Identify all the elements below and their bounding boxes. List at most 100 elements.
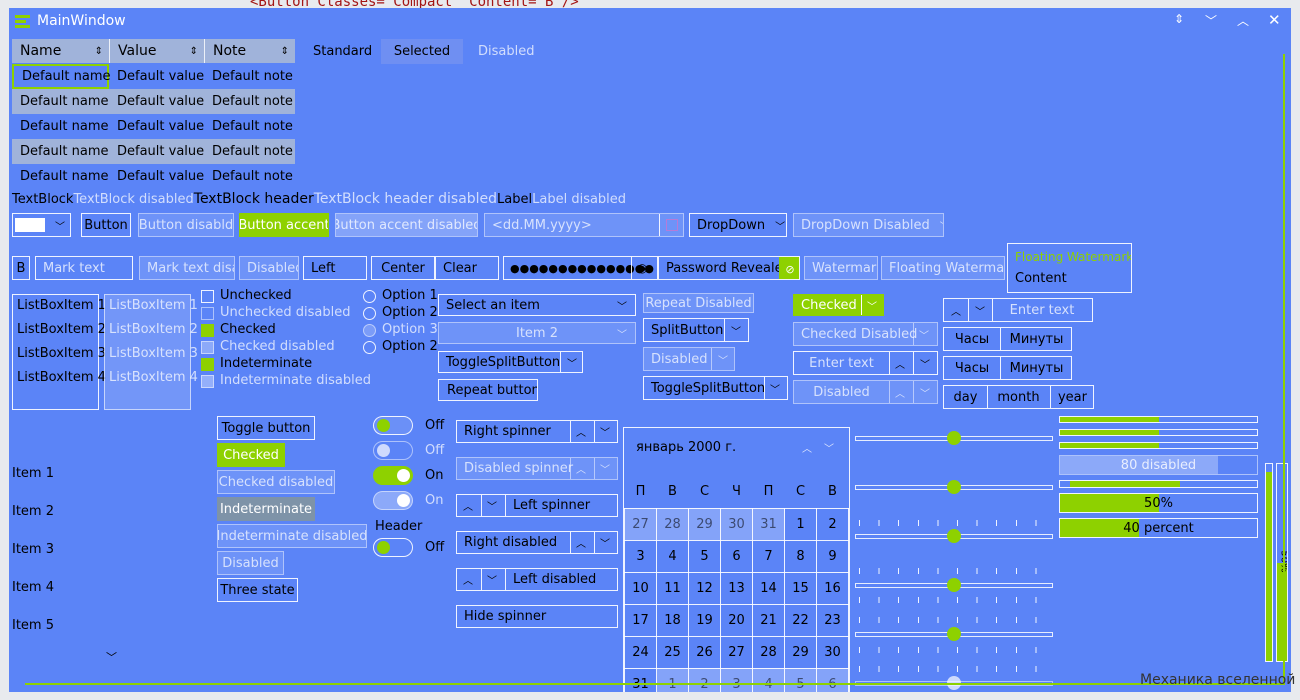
password-input[interactable]: ●●●●●●●●●●●●●●● ◉: [503, 256, 658, 280]
calendar-day[interactable]: 23: [816, 603, 849, 637]
chevron-down-icon[interactable]: ﹀: [600, 535, 610, 550]
checkbox-label[interactable]: Unchecked disabled: [220, 305, 350, 320]
toggle-split-button[interactable]: ToggleSplitButton ﹀: [438, 351, 583, 373]
chevron-up-icon[interactable]: ︿: [802, 440, 812, 455]
table-cell[interactable]: Default note: [204, 64, 295, 89]
checkbox-unchecked-disabled[interactable]: [201, 307, 214, 320]
mark-text-disabled-input[interactable]: Mark text disa: [139, 256, 235, 280]
chevron-up-icon[interactable]: ︿: [1237, 12, 1249, 29]
calendar-day[interactable]: 12: [688, 571, 721, 605]
day-segment[interactable]: day: [944, 390, 987, 405]
calendar-day[interactable]: 7: [752, 539, 785, 573]
watermark-input[interactable]: Watermark: [804, 256, 878, 280]
tab-selected[interactable]: Selected: [381, 39, 463, 64]
chevron-down-icon[interactable]: ﹀: [487, 498, 497, 513]
minutes-segment[interactable]: Минуты: [1000, 332, 1071, 347]
calendar-day[interactable]: 5: [784, 667, 817, 692]
calendar-day[interactable]: 29: [688, 507, 721, 541]
chevron-down-icon[interactable]: ﹀: [770, 381, 780, 396]
table-cell[interactable]: Default note: [204, 89, 295, 114]
chevron-down-icon[interactable]: ﹀: [920, 356, 930, 371]
button-accent[interactable]: Button accent: [239, 213, 329, 237]
list-item[interactable]: ListBoxItem 2: [17, 322, 106, 337]
slider-thumb[interactable]: [947, 431, 961, 445]
table-cell[interactable]: Default value: [109, 64, 204, 89]
table-cell[interactable]: Default value: [109, 139, 204, 164]
chevron-down-icon[interactable]: ﹀: [867, 298, 877, 313]
table-row[interactable]: Default name Default value Default note: [12, 89, 295, 114]
chevron-up-icon[interactable]: ︿: [895, 356, 905, 371]
calendar[interactable]: январь 2000 г. ︿ ﹀ ПВСЧПСВ 27 28 29 30 31 1 2 3…: [623, 427, 850, 692]
calendar-day[interactable]: 13: [720, 571, 753, 605]
clear-input[interactable]: Clear: [435, 256, 499, 280]
table-cell[interactable]: Default note: [204, 164, 295, 189]
restore-icon[interactable]: ⇕: [1174, 12, 1184, 26]
table-cell[interactable]: Default name: [12, 139, 109, 164]
checkbox-checked[interactable]: [201, 324, 214, 337]
list-item[interactable]: ListBoxItem 3: [109, 346, 198, 361]
calendar-day[interactable]: 6: [816, 667, 849, 692]
toggle-button-three-state[interactable]: Three state: [217, 578, 298, 602]
checkbox-checked-disabled[interactable]: [201, 341, 214, 354]
calendar-day[interactable]: 16: [816, 571, 849, 605]
list-item[interactable]: Item 3: [12, 542, 54, 557]
dropdown[interactable]: DropDown ﹀: [689, 213, 787, 237]
chevron-down-icon[interactable]: ﹀: [1205, 12, 1217, 29]
chevron-down-icon[interactable]: ﹀: [600, 424, 610, 439]
calendar-day[interactable]: 10: [624, 571, 657, 605]
toggle-switch-header[interactable]: [373, 538, 413, 557]
toggle-switch-on-disabled[interactable]: [373, 491, 413, 510]
table-row[interactable]: Default name Default value Default note: [12, 114, 295, 139]
toggle-button[interactable]: Toggle button: [217, 416, 315, 440]
checked-disabled-split-button[interactable]: Checked Disabled ﹀: [793, 322, 938, 346]
combobox-select[interactable]: Select an item ﹀: [438, 294, 636, 316]
hours-segment[interactable]: Часы: [944, 332, 1000, 347]
tab-standard[interactable]: Standard: [313, 44, 372, 59]
toggle-button-checked[interactable]: Checked: [217, 443, 285, 467]
password-revealed-input[interactable]: Password Revealed ⊘: [658, 256, 800, 280]
calendar-day[interactable]: 18: [656, 603, 689, 637]
table-row[interactable]: Default name Default value Default note: [12, 164, 295, 189]
list-item[interactable]: ListBoxItem 1: [17, 298, 106, 313]
numeric-up-down[interactable]: Enter text ︿ ﹀: [793, 351, 938, 375]
data-grid[interactable]: Name ⇕ Value ⇕ Note ⇕ Default name Default v…: [12, 39, 295, 189]
left-aligned-input[interactable]: Left: [303, 256, 367, 280]
radio-label[interactable]: Option 2: [382, 339, 438, 354]
list-item[interactable]: ListBoxItem 3: [17, 346, 106, 361]
calendar-day[interactable]: 2: [688, 667, 721, 692]
column-header-value[interactable]: Value ⇕: [109, 39, 204, 63]
calendar-day[interactable]: 14: [752, 571, 785, 605]
radio-option-1[interactable]: [363, 290, 376, 303]
toggle-split-button-2[interactable]: ToggleSplitButton ﹀: [643, 376, 788, 400]
calendar-day[interactable]: 8: [784, 539, 817, 573]
combobox-disabled[interactable]: Item 2 ﹀: [438, 322, 636, 344]
checkbox-label[interactable]: Checked: [220, 322, 276, 337]
calendar-day[interactable]: 30: [720, 507, 753, 541]
calendar-day[interactable]: 17: [624, 603, 657, 637]
table-row[interactable]: Default name Default value Default note: [12, 64, 295, 89]
calendar-day[interactable]: 31: [624, 667, 657, 692]
button-accent-disabled[interactable]: Button accent disabled: [335, 213, 478, 237]
checkbox-indeterminate-disabled[interactable]: [201, 375, 214, 388]
listbox-disabled[interactable]: ListBoxItem 1 ListBoxItem 2 ListBoxItem …: [104, 294, 198, 410]
split-button[interactable]: SplitButton ﹀: [643, 318, 749, 342]
table-cell[interactable]: Default value: [109, 114, 204, 139]
checkbox-unchecked[interactable]: [201, 290, 214, 303]
calendar-day[interactable]: 1: [656, 667, 689, 692]
hide-spinner[interactable]: Hide spinner: [456, 605, 618, 628]
calendar-day[interactable]: 20: [720, 603, 753, 637]
list-item[interactable]: Item 5: [12, 618, 54, 633]
slider-thumb[interactable]: [947, 480, 961, 494]
slider-thumb[interactable]: [947, 627, 961, 641]
disabled-input[interactable]: Disabled: [239, 256, 299, 280]
checkbox-indeterminate[interactable]: [201, 358, 214, 371]
slider-thumb[interactable]: [947, 529, 961, 543]
repeat-disabled-button[interactable]: Repeat Disabled: [643, 293, 754, 313]
table-cell[interactable]: Default value: [109, 164, 204, 189]
chevron-down-icon[interactable]: ﹀: [824, 440, 834, 455]
time-picker-2[interactable]: Часы Минуты: [943, 356, 1072, 380]
radio-option-3-disabled[interactable]: [363, 324, 376, 337]
right-spinner[interactable]: Right spinner ︿ ﹀: [456, 420, 618, 443]
table-cell[interactable]: Default value: [109, 89, 204, 114]
center-aligned-input[interactable]: Center: [371, 256, 435, 280]
